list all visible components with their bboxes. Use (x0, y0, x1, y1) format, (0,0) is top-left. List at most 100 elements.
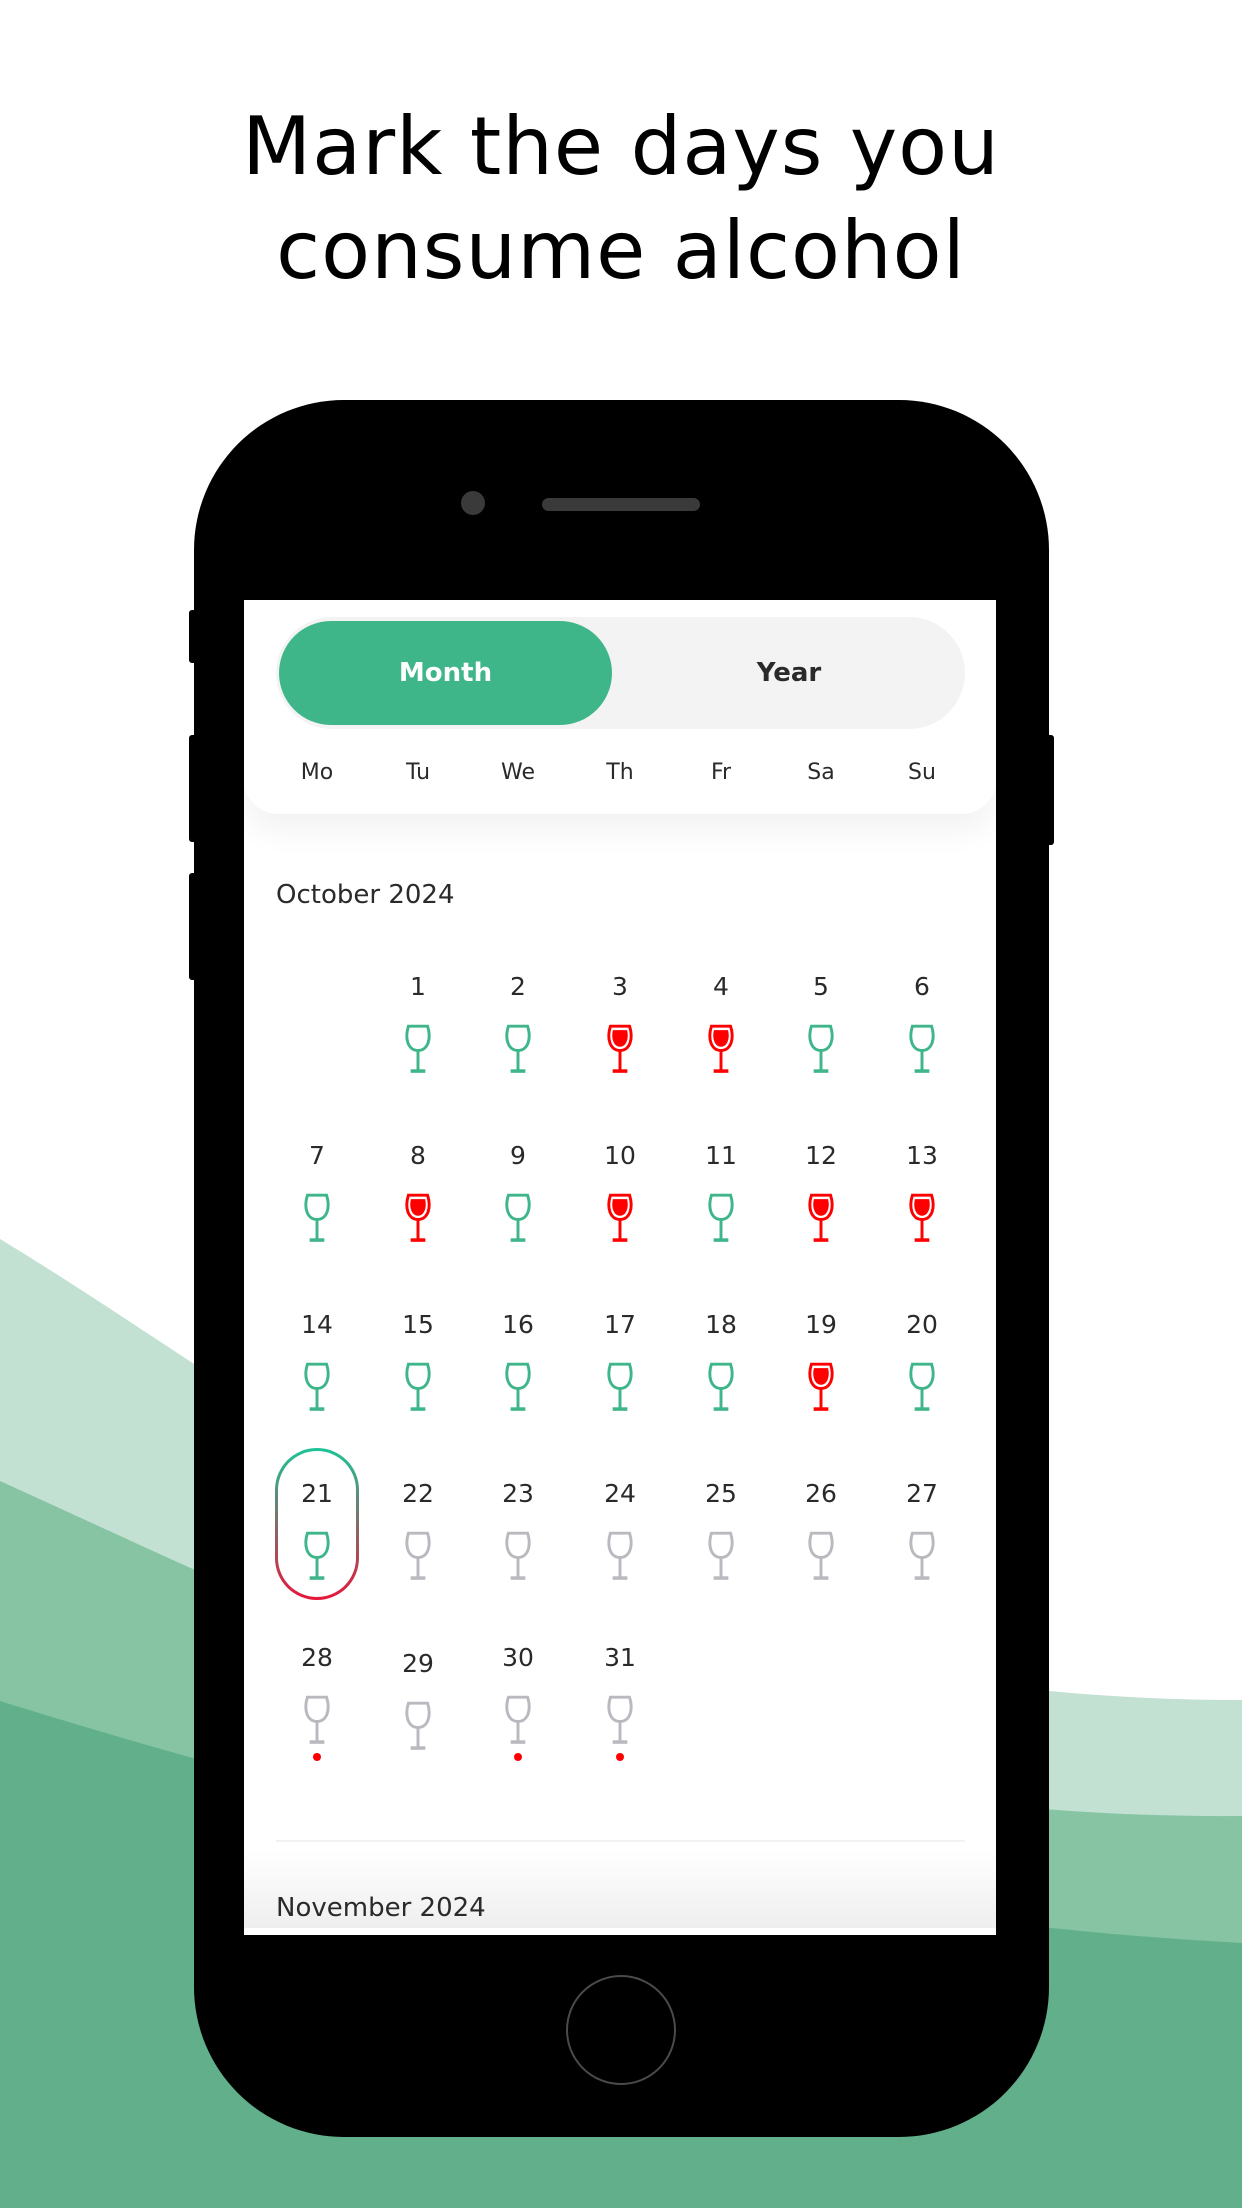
day-cell[interactable]: 22 (373, 1477, 463, 1581)
day-number: 5 (813, 972, 829, 1001)
wine-glass-icon (505, 1362, 531, 1411)
day-cell[interactable]: 13 (877, 1139, 967, 1243)
camera (461, 491, 485, 515)
wine-glass-filled-icon (909, 1193, 935, 1242)
day-number: 20 (906, 1310, 938, 1339)
day-number: 11 (705, 1141, 737, 1170)
day-number: 23 (502, 1479, 534, 1508)
weekday-label: Mo (300, 760, 334, 785)
tab-year[interactable]: Year (616, 621, 962, 725)
day-cell[interactable]: 19 (776, 1308, 866, 1412)
day-cell[interactable]: 21 (272, 1477, 362, 1581)
wine-glass-icon (405, 1701, 431, 1750)
day-cell[interactable]: 28 (272, 1641, 362, 1761)
day-number: 7 (309, 1141, 325, 1170)
tab-month[interactable]: Month (279, 621, 612, 725)
day-cell[interactable]: 2 (473, 970, 563, 1074)
reminder-dot (313, 1753, 321, 1761)
day-number: 31 (604, 1643, 636, 1672)
wine-glass-filled-icon (405, 1193, 431, 1242)
day-number: 25 (705, 1479, 737, 1508)
weekday-label: We (501, 760, 535, 785)
day-cell[interactable]: 11 (676, 1139, 766, 1243)
day-cell[interactable]: 31 (575, 1641, 665, 1761)
weekday-label: Th (606, 760, 634, 785)
day-cell[interactable]: 15 (373, 1308, 463, 1412)
day-number: 4 (713, 972, 729, 1001)
day-cell[interactable]: 20 (877, 1308, 967, 1412)
day-cell[interactable]: 6 (877, 970, 967, 1074)
wine-glass-icon (405, 1362, 431, 1411)
day-number: 22 (402, 1479, 434, 1508)
day-cell[interactable]: 5 (776, 970, 866, 1074)
headline: Mark the days you consume alcohol (0, 95, 1242, 303)
wine-glass-icon (909, 1024, 935, 1073)
day-cell[interactable]: 12 (776, 1139, 866, 1243)
day-cell[interactable]: 9 (473, 1139, 563, 1243)
day-cell[interactable]: 7 (272, 1139, 362, 1243)
weekday-label: Sa (807, 760, 835, 785)
wine-glass-filled-icon (808, 1193, 834, 1242)
reminder-dot (514, 1753, 522, 1761)
wine-glass-icon (405, 1531, 431, 1580)
day-number: 29 (402, 1649, 434, 1678)
wine-glass-icon (405, 1024, 431, 1073)
day-cell[interactable]: 23 (473, 1477, 563, 1581)
day-number: 3 (612, 972, 628, 1001)
day-number: 21 (301, 1479, 333, 1508)
day-cell[interactable]: 24 (575, 1477, 665, 1581)
day-cell[interactable]: 18 (676, 1308, 766, 1412)
wine-glass-icon (808, 1531, 834, 1580)
day-number: 8 (410, 1141, 426, 1170)
day-number: 10 (604, 1141, 636, 1170)
day-number: 26 (805, 1479, 837, 1508)
month-title: October 2024 (276, 880, 455, 910)
reminder-dot (616, 1753, 624, 1761)
day-cell[interactable]: 17 (575, 1308, 665, 1412)
day-cell[interactable]: 16 (473, 1308, 563, 1412)
day-number: 18 (705, 1310, 737, 1339)
wine-glass-icon (909, 1531, 935, 1580)
day-cell[interactable]: 8 (373, 1139, 463, 1243)
day-cell[interactable]: 14 (272, 1308, 362, 1412)
wine-glass-filled-icon (607, 1193, 633, 1242)
wine-glass-icon (505, 1695, 531, 1744)
wine-glass-icon (304, 1362, 330, 1411)
wine-glass-icon (505, 1024, 531, 1073)
day-cell[interactable]: 29 (373, 1647, 463, 1751)
month-title-next: November 2024 (276, 1893, 486, 1923)
day-number: 2 (510, 972, 526, 1001)
wine-glass-icon (708, 1193, 734, 1242)
wine-glass-icon (607, 1531, 633, 1580)
day-cell[interactable]: 1 (373, 970, 463, 1074)
weekday-label: Su (908, 760, 936, 785)
wine-glass-icon (505, 1531, 531, 1580)
divider (276, 1840, 965, 1842)
app-screen: Month Year Mo Tu We Th Fr Sa Su October 2024 1… (244, 600, 996, 1935)
wine-glass-icon (607, 1362, 633, 1411)
day-cell[interactable]: 30 (473, 1641, 563, 1761)
day-number: 24 (604, 1479, 636, 1508)
day-cell[interactable]: 10 (575, 1139, 665, 1243)
day-cell[interactable]: 4 (676, 970, 766, 1074)
wine-glass-icon (505, 1193, 531, 1242)
headline-line-2: consume alcohol (276, 204, 966, 297)
view-toggle: Month Year (276, 617, 965, 729)
home-button[interactable] (566, 1975, 676, 2085)
weekday-label: Fr (710, 760, 732, 785)
day-cell[interactable]: 3 (575, 970, 665, 1074)
weekday-label: Tu (405, 760, 431, 785)
day-number: 1 (410, 972, 426, 1001)
wine-glass-icon (304, 1193, 330, 1242)
wine-glass-icon (808, 1024, 834, 1073)
day-cell[interactable]: 26 (776, 1477, 866, 1581)
day-cell[interactable]: 25 (676, 1477, 766, 1581)
wine-glass-icon (909, 1362, 935, 1411)
day-number: 6 (914, 972, 930, 1001)
day-number: 30 (502, 1643, 534, 1672)
day-number: 19 (805, 1310, 837, 1339)
wine-glass-icon (607, 1695, 633, 1744)
day-number: 12 (805, 1141, 837, 1170)
day-cell[interactable]: 27 (877, 1477, 967, 1581)
wine-glass-filled-icon (607, 1024, 633, 1073)
